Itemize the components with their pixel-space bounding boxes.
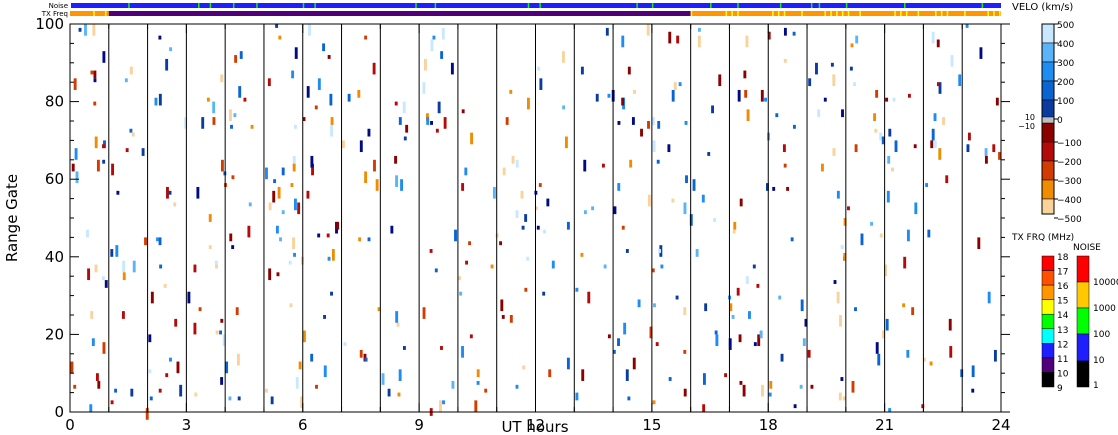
range-time-plot: 0 3 6 9 12 15 18 21 24 0 20 40 60 80 100 Noise TX Freq…: [0, 0, 1118, 435]
chart-svg: 0 3 6 9 12 15 18 21 24020406080100 Noise TX Freq…: [3, 2, 1118, 435]
